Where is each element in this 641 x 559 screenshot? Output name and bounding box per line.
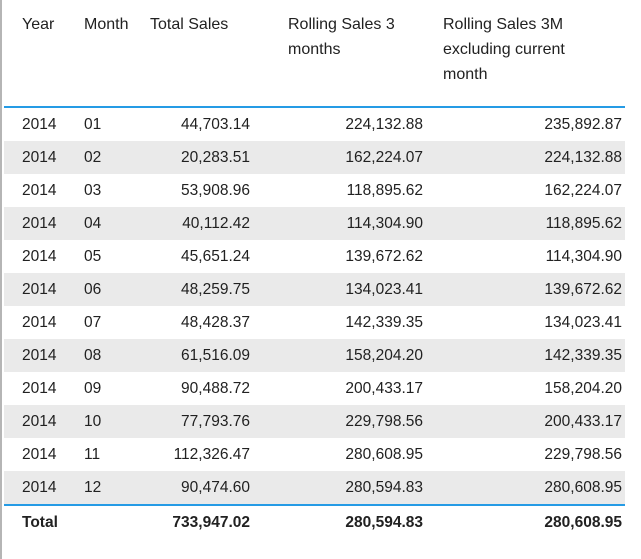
cell-total-sales[interactable]: 20,283.51 bbox=[150, 141, 250, 174]
cell-month[interactable]: 07 bbox=[78, 306, 150, 339]
cell-year[interactable]: 2014 bbox=[4, 141, 78, 174]
cell-month[interactable]: 01 bbox=[78, 107, 150, 141]
cell-rolling-3m[interactable]: 280,608.95 bbox=[250, 438, 423, 471]
cell-total-sales[interactable]: 48,259.75 bbox=[150, 273, 250, 306]
cell-rolling-3m[interactable]: 162,224.07 bbox=[250, 141, 423, 174]
cell-rolling-3m-excl[interactable]: 229,798.56 bbox=[423, 438, 625, 471]
column-header-rolling-3m-excl-label: Rolling Sales 3M excluding current month bbox=[443, 12, 595, 87]
total-total-sales: 733,947.02 bbox=[150, 505, 250, 539]
sales-table: Year Month Total Sales Rolling Sales 3 m… bbox=[4, 0, 625, 539]
cell-rolling-3m[interactable]: 229,798.56 bbox=[250, 405, 423, 438]
cell-rolling-3m-excl[interactable]: 142,339.35 bbox=[423, 339, 625, 372]
cell-month[interactable]: 02 bbox=[78, 141, 150, 174]
table-row[interactable]: 20140990,488.72200,433.17158,204.20 bbox=[4, 372, 625, 405]
cell-rolling-3m-excl[interactable]: 134,023.41 bbox=[423, 306, 625, 339]
cell-rolling-3m-excl[interactable]: 139,672.62 bbox=[423, 273, 625, 306]
cell-rolling-3m[interactable]: 224,132.88 bbox=[250, 107, 423, 141]
cell-rolling-3m[interactable]: 280,594.83 bbox=[250, 471, 423, 505]
cell-month[interactable]: 12 bbox=[78, 471, 150, 505]
cell-rolling-3m-excl[interactable]: 158,204.20 bbox=[423, 372, 625, 405]
cell-year[interactable]: 2014 bbox=[4, 240, 78, 273]
cell-rolling-3m-excl[interactable]: 224,132.88 bbox=[423, 141, 625, 174]
cell-rolling-3m-excl[interactable]: 114,304.90 bbox=[423, 240, 625, 273]
cell-year[interactable]: 2014 bbox=[4, 339, 78, 372]
column-header-rolling-3m[interactable]: Rolling Sales 3 months bbox=[250, 0, 423, 107]
cell-month[interactable]: 03 bbox=[78, 174, 150, 207]
table-visual: Year Month Total Sales Rolling Sales 3 m… bbox=[0, 0, 641, 559]
cell-total-sales[interactable]: 45,651.24 bbox=[150, 240, 250, 273]
cell-month[interactable]: 05 bbox=[78, 240, 150, 273]
table-row[interactable]: 20140861,516.09158,204.20142,339.35 bbox=[4, 339, 625, 372]
cell-rolling-3m-excl[interactable]: 200,433.17 bbox=[423, 405, 625, 438]
cell-year[interactable]: 2014 bbox=[4, 372, 78, 405]
cell-total-sales[interactable]: 61,516.09 bbox=[150, 339, 250, 372]
cell-total-sales[interactable]: 53,908.96 bbox=[150, 174, 250, 207]
table-row[interactable]: 20140353,908.96118,895.62162,224.07 bbox=[4, 174, 625, 207]
cell-year[interactable]: 2014 bbox=[4, 174, 78, 207]
cell-month[interactable]: 09 bbox=[78, 372, 150, 405]
cell-rolling-3m-excl[interactable]: 280,608.95 bbox=[423, 471, 625, 505]
cell-year[interactable]: 2014 bbox=[4, 107, 78, 141]
table-row[interactable]: 201411112,326.47280,608.95229,798.56 bbox=[4, 438, 625, 471]
cell-month[interactable]: 11 bbox=[78, 438, 150, 471]
cell-month[interactable]: 04 bbox=[78, 207, 150, 240]
cell-rolling-3m[interactable]: 134,023.41 bbox=[250, 273, 423, 306]
cell-year[interactable]: 2014 bbox=[4, 405, 78, 438]
total-label: Total bbox=[4, 505, 78, 539]
column-header-rolling-3m-excl[interactable]: Rolling Sales 3M excluding current month bbox=[423, 0, 625, 107]
cell-rolling-3m[interactable]: 200,433.17 bbox=[250, 372, 423, 405]
cell-rolling-3m[interactable]: 158,204.20 bbox=[250, 339, 423, 372]
table-row[interactable]: 20140220,283.51162,224.07224,132.88 bbox=[4, 141, 625, 174]
total-rolling-3m-excl: 280,608.95 bbox=[423, 505, 625, 539]
table-body: 20140144,703.14224,132.88235,892.8720140… bbox=[4, 107, 625, 505]
cell-year[interactable]: 2014 bbox=[4, 471, 78, 505]
table-row[interactable]: 20140748,428.37142,339.35134,023.41 bbox=[4, 306, 625, 339]
cell-total-sales[interactable]: 77,793.76 bbox=[150, 405, 250, 438]
column-header-month[interactable]: Month bbox=[78, 0, 150, 107]
cell-rolling-3m[interactable]: 139,672.62 bbox=[250, 240, 423, 273]
cell-month[interactable]: 08 bbox=[78, 339, 150, 372]
cell-month[interactable]: 06 bbox=[78, 273, 150, 306]
table-row[interactable]: 20141290,474.60280,594.83280,608.95 bbox=[4, 471, 625, 505]
cell-total-sales[interactable]: 90,474.60 bbox=[150, 471, 250, 505]
column-header-total-sales[interactable]: Total Sales bbox=[150, 0, 250, 107]
cell-rolling-3m[interactable]: 118,895.62 bbox=[250, 174, 423, 207]
cell-total-sales[interactable]: 90,488.72 bbox=[150, 372, 250, 405]
cell-total-sales[interactable]: 112,326.47 bbox=[150, 438, 250, 471]
column-header-year[interactable]: Year bbox=[4, 0, 78, 107]
table-row[interactable]: 20140144,703.14224,132.88235,892.87 bbox=[4, 107, 625, 141]
cell-rolling-3m-excl[interactable]: 118,895.62 bbox=[423, 207, 625, 240]
cell-total-sales[interactable]: 44,703.14 bbox=[150, 107, 250, 141]
total-row: Total 733,947.02 280,594.83 280,608.95 bbox=[4, 505, 625, 539]
table-row[interactable]: 20140440,112.42114,304.90118,895.62 bbox=[4, 207, 625, 240]
table-row[interactable]: 20141077,793.76229,798.56200,433.17 bbox=[4, 405, 625, 438]
total-month-cell bbox=[78, 505, 150, 539]
cell-year[interactable]: 2014 bbox=[4, 273, 78, 306]
cell-rolling-3m-excl[interactable]: 162,224.07 bbox=[423, 174, 625, 207]
cell-rolling-3m[interactable]: 114,304.90 bbox=[250, 207, 423, 240]
total-rolling-3m: 280,594.83 bbox=[250, 505, 423, 539]
header-row: Year Month Total Sales Rolling Sales 3 m… bbox=[4, 0, 625, 107]
cell-rolling-3m-excl[interactable]: 235,892.87 bbox=[423, 107, 625, 141]
cell-year[interactable]: 2014 bbox=[4, 207, 78, 240]
cell-total-sales[interactable]: 40,112.42 bbox=[150, 207, 250, 240]
table-row[interactable]: 20140648,259.75134,023.41139,672.62 bbox=[4, 273, 625, 306]
cell-year[interactable]: 2014 bbox=[4, 438, 78, 471]
cell-month[interactable]: 10 bbox=[78, 405, 150, 438]
cell-year[interactable]: 2014 bbox=[4, 306, 78, 339]
cell-rolling-3m[interactable]: 142,339.35 bbox=[250, 306, 423, 339]
cell-total-sales[interactable]: 48,428.37 bbox=[150, 306, 250, 339]
table-row[interactable]: 20140545,651.24139,672.62114,304.90 bbox=[4, 240, 625, 273]
